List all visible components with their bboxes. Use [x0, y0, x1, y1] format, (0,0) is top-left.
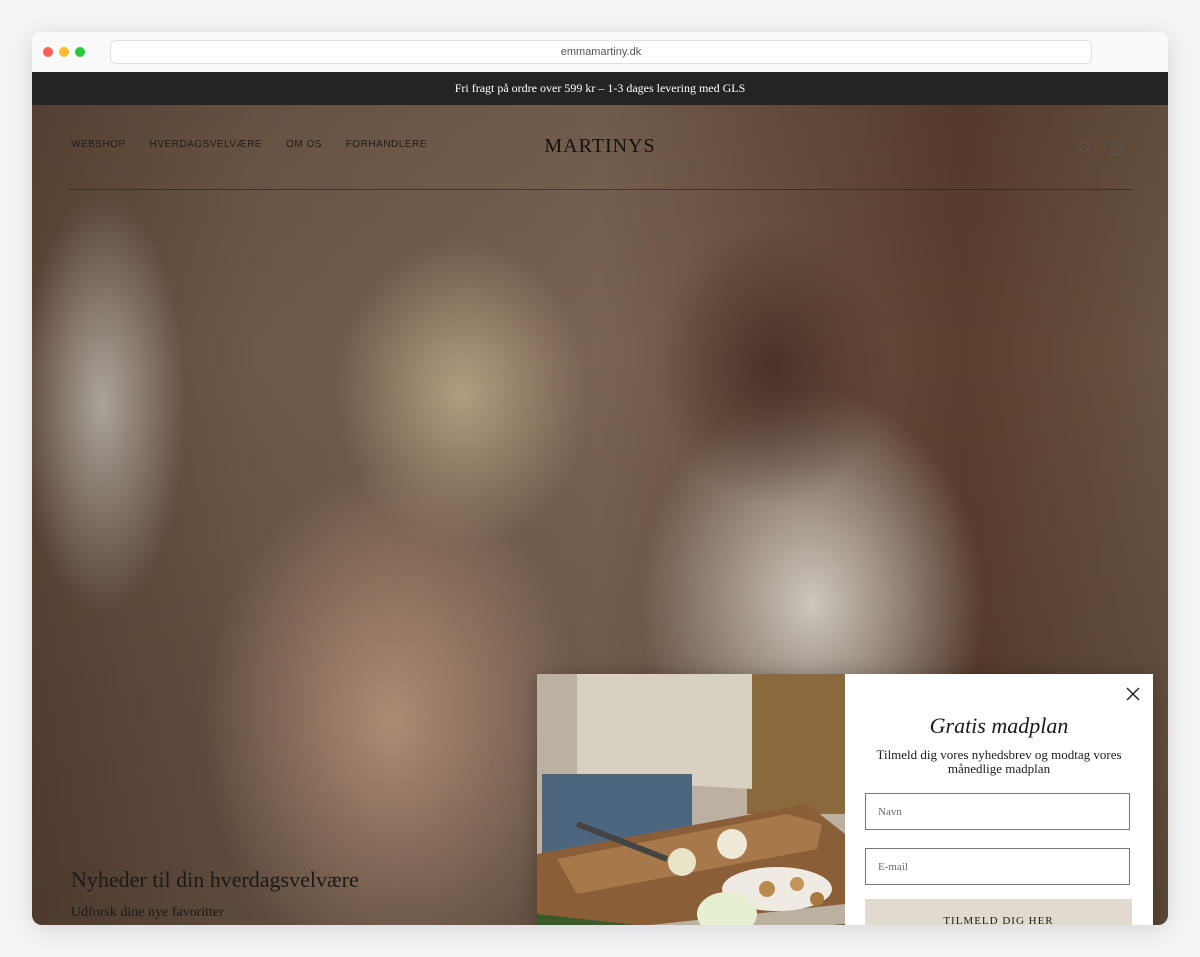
- popup-form-panel: Gratis madplan Tilmeld dig vores nyhedsb…: [845, 674, 1153, 925]
- promo-bar: Fri fragt på ordre over 599 kr – 1-3 dag…: [32, 72, 1168, 105]
- newsletter-popup: Gratis madplan Tilmeld dig vores nyhedsb…: [537, 674, 1153, 925]
- subscribe-button[interactable]: TILMELD DIG HER: [865, 899, 1132, 925]
- maximize-window-dot[interactable]: [75, 47, 85, 57]
- hero-subtitle[interactable]: Udforsk dine nye favoritter: [71, 905, 224, 921]
- bag-icon[interactable]: [1110, 141, 1124, 155]
- header-icons: [1078, 141, 1124, 155]
- site-logo[interactable]: MARTINYS: [32, 135, 1168, 158]
- browser-window: emmamartiny.dk Fri fragt på ordre over 5…: [32, 32, 1168, 925]
- search-icon[interactable]: [1078, 141, 1092, 155]
- hero-image: WEBSHOP HVERDAGSVELVÆRE OM OS FORHANDLER…: [32, 105, 1168, 925]
- address-bar[interactable]: emmamartiny.dk: [110, 40, 1092, 64]
- email-field[interactable]: [865, 848, 1130, 885]
- name-field[interactable]: [865, 793, 1130, 830]
- close-window-dot[interactable]: [43, 47, 53, 57]
- browser-chrome: emmamartiny.dk: [32, 32, 1168, 73]
- popup-description: Tilmeld dig vores nyhedsbrev og modtag v…: [876, 747, 1122, 776]
- popup-food-image: [537, 674, 845, 925]
- close-icon[interactable]: [1125, 686, 1141, 702]
- hero-title: Nyheder til din hverdagsvelvære: [71, 867, 359, 892]
- header-divider: [68, 189, 1132, 190]
- popup-title: Gratis madplan: [929, 713, 1069, 738]
- minimize-window-dot[interactable]: [59, 47, 69, 57]
